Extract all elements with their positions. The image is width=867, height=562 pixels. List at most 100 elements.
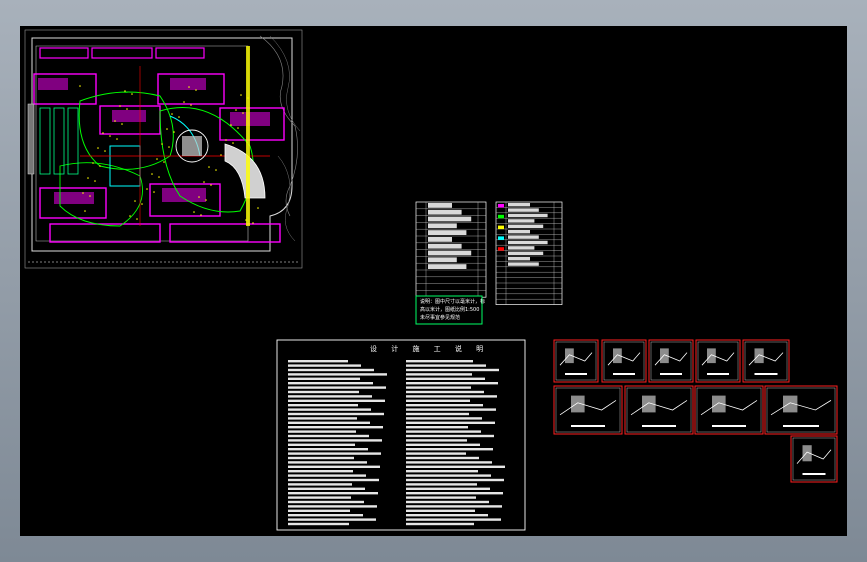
legend-swatch bbox=[498, 247, 504, 251]
table-cell-fill bbox=[428, 243, 462, 249]
table-cell-fill bbox=[508, 230, 530, 234]
hatch-dot bbox=[200, 214, 202, 216]
hatch-dot bbox=[87, 177, 89, 179]
detail-hatch bbox=[707, 348, 716, 364]
notes-text-line bbox=[406, 478, 504, 482]
notes-text-line bbox=[406, 448, 493, 451]
detail-hatch bbox=[802, 445, 812, 462]
notes-text-line bbox=[288, 382, 373, 385]
hatch-dot bbox=[225, 139, 227, 141]
notes-text-line bbox=[406, 382, 498, 385]
notes-text-line bbox=[288, 500, 364, 504]
note-line-3: 未尽事宜参见规范 bbox=[420, 315, 461, 321]
notes-text-line bbox=[288, 522, 349, 526]
detail-sheet-frame bbox=[648, 339, 694, 383]
hatch-dot bbox=[131, 93, 133, 95]
legend-table-right[interactable] bbox=[495, 201, 563, 305]
notes-text-line bbox=[406, 487, 490, 490]
notes-text-line bbox=[288, 390, 359, 394]
hatch-dot bbox=[242, 112, 244, 114]
notes-text-line bbox=[406, 368, 499, 372]
notes-text-line bbox=[288, 412, 384, 416]
notes-text-line bbox=[406, 509, 475, 512]
hatch-dot bbox=[82, 192, 84, 194]
cad-drawing-canvas[interactable] bbox=[20, 26, 847, 536]
notes-text-line bbox=[406, 470, 478, 473]
table-cell-fill bbox=[428, 209, 462, 215]
detail-caption-line bbox=[783, 425, 819, 427]
hatch-dot bbox=[240, 94, 242, 96]
table-cell-fill bbox=[508, 251, 544, 255]
hatch-dot bbox=[203, 181, 205, 183]
legend-swatch bbox=[498, 204, 504, 208]
notes-text-line bbox=[288, 478, 379, 482]
hatch-dot bbox=[237, 127, 239, 129]
detail-caption-line bbox=[754, 373, 778, 375]
detail-hatch bbox=[660, 348, 669, 364]
notes-text-line bbox=[406, 399, 470, 402]
table-cell-fill bbox=[428, 257, 457, 263]
notes-text-line bbox=[288, 461, 367, 464]
detail-caption-line bbox=[565, 373, 587, 375]
hatch-dot bbox=[134, 200, 136, 202]
notes-text-line bbox=[406, 364, 486, 367]
hatch-dot bbox=[97, 147, 99, 149]
detail-sheet-frame bbox=[790, 435, 838, 483]
hatch-dot bbox=[92, 162, 94, 164]
cad-model-space[interactable]: 说明：图中尺寸以毫米计，标 高以米计，图纸比例1:500 未尽事宜参见规范 设 … bbox=[20, 26, 847, 536]
notes-text-line bbox=[406, 430, 481, 433]
notes-text-line bbox=[288, 421, 370, 424]
table-cell-fill bbox=[428, 216, 472, 222]
site-plan[interactable] bbox=[24, 29, 303, 269]
notes-text-line bbox=[288, 377, 360, 380]
design-notes-title: 设 计 施 工 说 明 bbox=[370, 345, 490, 353]
note-line-1: 说明：图中尺寸以毫米计，标 bbox=[420, 299, 486, 305]
notes-text-line bbox=[406, 492, 503, 495]
hatch-dot bbox=[124, 90, 126, 92]
notes-text-line bbox=[406, 434, 494, 438]
legend-swatch bbox=[498, 225, 504, 230]
detail-caption-line bbox=[712, 425, 746, 427]
notes-text-line bbox=[406, 412, 469, 416]
hatch-dot bbox=[102, 132, 104, 134]
notes-text-line bbox=[406, 426, 468, 429]
detail-hatch bbox=[565, 348, 574, 364]
detail-hatch bbox=[754, 348, 764, 364]
hatch-dot bbox=[146, 188, 148, 190]
notes-text-line bbox=[288, 443, 355, 446]
hatch-dot bbox=[114, 120, 116, 122]
detail-hatch bbox=[571, 395, 585, 413]
hatch-dot bbox=[205, 199, 207, 201]
table-cell-fill bbox=[508, 219, 535, 223]
legend-swatch bbox=[498, 214, 504, 219]
table-cell-fill bbox=[508, 203, 530, 207]
hatch-dot bbox=[129, 215, 131, 217]
note-line-2: 高以米计，图纸比例1:500 bbox=[420, 307, 480, 313]
notes-text-line bbox=[406, 421, 495, 424]
notes-text-line bbox=[288, 483, 352, 486]
hatch-dot bbox=[183, 101, 185, 103]
detail-caption-line bbox=[642, 425, 676, 427]
hatch-dot bbox=[153, 191, 155, 193]
legend-table-left[interactable] bbox=[415, 201, 487, 298]
notes-text-line bbox=[406, 417, 482, 420]
notes-text-line bbox=[406, 408, 496, 411]
design-notes-sheet[interactable] bbox=[276, 339, 526, 531]
notes-text-line bbox=[288, 518, 376, 521]
detail-sheets[interactable] bbox=[553, 339, 838, 483]
notes-text-line bbox=[406, 522, 474, 526]
hatch-dot bbox=[257, 207, 259, 209]
notes-text-line bbox=[288, 487, 365, 490]
hatch-dot bbox=[89, 195, 91, 197]
hatch-dot bbox=[198, 196, 200, 198]
hatch-dot bbox=[141, 203, 143, 205]
notes-text-line bbox=[406, 474, 491, 477]
notes-text-line bbox=[288, 386, 386, 389]
notes-text-line bbox=[288, 360, 348, 363]
hatch-dot bbox=[161, 143, 163, 145]
detail-hatch bbox=[783, 395, 798, 413]
hatch-dot bbox=[151, 173, 153, 175]
notes-text-line bbox=[288, 426, 383, 429]
hatch-dot bbox=[235, 109, 237, 111]
hatch-dot bbox=[94, 180, 96, 182]
